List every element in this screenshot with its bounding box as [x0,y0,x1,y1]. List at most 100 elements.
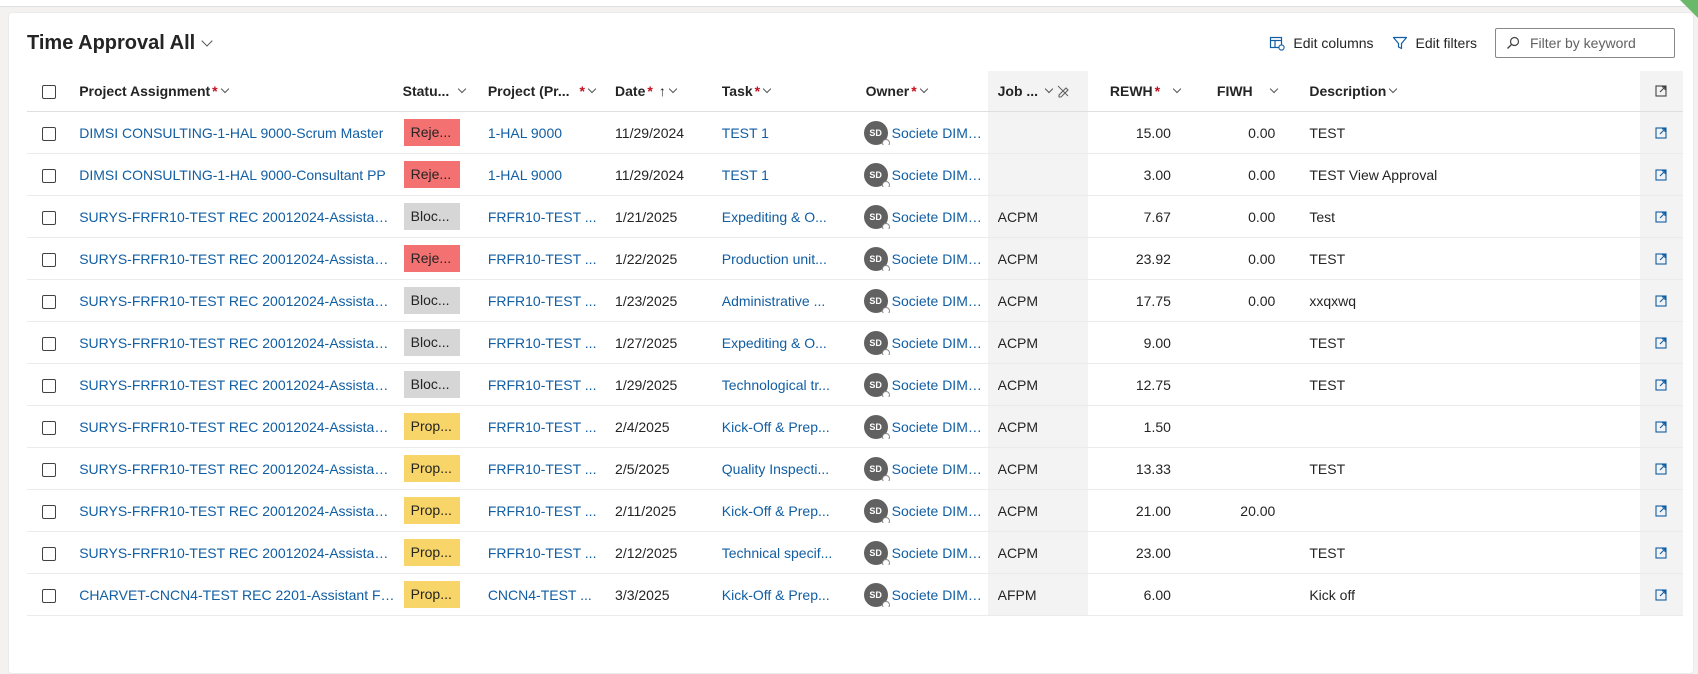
row-checkbox[interactable] [42,252,57,267]
open-record-cell[interactable] [1639,489,1683,532]
project-assignment-link[interactable]: SURYS-FRFR10-TEST REC 20012024-Assistant… [79,545,394,561]
table-row[interactable]: SURYS-FRFR10-TEST REC 20012024-Assistant… [27,237,1683,280]
project-assignment-link[interactable]: SURYS-FRFR10-TEST REC 20012024-Assistant… [79,335,394,351]
project-assignment-link[interactable]: CHARVET-CNCN4-TEST REC 2201-Assistant Fr… [79,587,394,603]
task-link[interactable]: Technical specif... [722,545,833,561]
column-header-description[interactable]: Description [1301,71,1640,112]
select-all-checkbox[interactable] [42,85,57,100]
open-record-cell[interactable] [1639,363,1683,406]
open-record-cell[interactable] [1639,153,1683,196]
project-assignment-link[interactable]: SURYS-FRFR10-TEST REC 20012024-Assistant… [79,377,394,393]
row-checkbox[interactable] [42,462,57,477]
project-assignment-link[interactable]: SURYS-FRFR10-TEST REC 20012024-Assistant… [79,419,394,435]
column-header-job[interactable]: Job ... [987,71,1088,112]
project-link[interactable]: FRFR10-TEST ... [488,503,597,519]
column-header-task[interactable]: Task * [713,71,850,112]
table-row[interactable]: SURYS-FRFR10-TEST REC 20012024-Assistant… [27,405,1683,448]
open-record-cell[interactable] [1639,321,1683,364]
owner-link[interactable]: Societe DIMSI (... [892,461,988,477]
owner-link[interactable]: Societe DIMSI (... [892,167,988,183]
table-row[interactable]: CHARVET-CNCN4-TEST REC 2201-Assistant Fr… [27,573,1683,616]
project-assignment-link[interactable]: DIMSI CONSULTING-1-HAL 9000-Consultant P… [79,167,386,183]
open-column-header[interactable] [1639,71,1683,112]
row-checkbox[interactable] [42,378,57,393]
row-checkbox[interactable] [42,168,57,183]
open-record-cell[interactable] [1639,279,1683,322]
owner-link[interactable]: Societe DIMSI (... [892,125,988,141]
owner-link[interactable]: Societe DIMSI (... [892,377,988,393]
table-row[interactable]: SURYS-FRFR10-TEST REC 20012024-Assistant… [27,531,1683,574]
project-link[interactable]: FRFR10-TEST ... [488,293,597,309]
column-header-owner[interactable]: Owner * [849,71,988,112]
owner-link[interactable]: Societe DIMSI (... [892,545,988,561]
table-row[interactable]: SURYS-FRFR10-TEST REC 20012024-Assistant… [27,447,1683,490]
table-row[interactable]: SURYS-FRFR10-TEST REC 20012024-Assistant… [27,489,1683,532]
column-header-project[interactable]: Project (Pr... * [479,71,608,112]
column-header-date[interactable]: Date * ↑ [607,71,714,112]
task-link[interactable]: TEST 1 [722,167,769,183]
keyword-filter[interactable] [1495,28,1675,58]
project-assignment-link[interactable]: SURYS-FRFR10-TEST REC 20012024-Assistant… [79,209,394,225]
row-checkbox[interactable] [42,210,57,225]
table-row[interactable]: SURYS-FRFR10-TEST REC 20012024-Assistant… [27,195,1683,238]
task-link[interactable]: Technological tr... [722,377,830,393]
project-link[interactable]: FRFR10-TEST ... [488,377,597,393]
project-link[interactable]: 1-HAL 9000 [488,167,562,183]
project-assignment-link[interactable]: SURYS-FRFR10-TEST REC 20012024-Assistant… [79,461,394,477]
project-link[interactable]: FRFR10-TEST ... [488,335,597,351]
column-header-rewh[interactable]: REWH * [1087,71,1185,112]
project-link[interactable]: FRFR10-TEST ... [488,545,597,561]
task-link[interactable]: Kick-Off & Prep... [722,503,830,519]
row-checkbox[interactable] [42,546,57,561]
task-link[interactable]: Administrative ... [722,293,825,309]
open-record-cell[interactable] [1639,531,1683,574]
project-assignment-link[interactable]: SURYS-FRFR10-TEST REC 20012024-Assistant… [79,503,394,519]
task-link[interactable]: Kick-Off & Prep... [722,419,830,435]
project-assignment-link[interactable]: SURYS-FRFR10-TEST REC 20012024-Assistant… [79,293,394,309]
owner-link[interactable]: Societe DIMSI (... [892,587,988,603]
owner-link[interactable]: Societe DIMSI (... [892,209,988,225]
table-row[interactable]: DIMSI CONSULTING-1-HAL 9000-Consultant P… [27,153,1683,196]
owner-link[interactable]: Societe DIMSI (... [892,419,988,435]
row-checkbox[interactable] [42,336,57,351]
table-row[interactable]: SURYS-FRFR10-TEST REC 20012024-Assistant… [27,363,1683,406]
row-checkbox[interactable] [42,126,57,141]
row-checkbox[interactable] [42,588,57,603]
table-row[interactable]: SURYS-FRFR10-TEST REC 20012024-Assistant… [27,279,1683,322]
view-selector[interactable]: Time Approval All [27,32,213,55]
edit-columns-button[interactable]: Edit columns [1269,35,1374,51]
owner-link[interactable]: Societe DIMSI (... [892,503,988,519]
owner-link[interactable]: Societe DIMSI (... [892,293,988,309]
column-header-project-assignment[interactable]: Project Assignment * [71,71,395,112]
column-header-fiwh[interactable]: FIWH [1184,71,1302,112]
open-record-cell[interactable] [1639,195,1683,238]
project-link[interactable]: 1-HAL 9000 [488,125,562,141]
edit-filters-button[interactable]: Edit filters [1392,35,1477,51]
open-record-cell[interactable] [1639,237,1683,280]
owner-link[interactable]: Societe DIMSI (... [892,335,988,351]
table-row[interactable]: DIMSI CONSULTING-1-HAL 9000-Scrum Master… [27,111,1683,154]
row-checkbox[interactable] [42,294,57,309]
owner-link[interactable]: Societe DIMSI (... [892,251,988,267]
project-link[interactable]: FRFR10-TEST ... [488,251,597,267]
table-row[interactable]: SURYS-FRFR10-TEST REC 20012024-Assistant… [27,321,1683,364]
task-link[interactable]: Quality Inspecti... [722,461,829,477]
task-link[interactable]: Expediting & O... [722,209,827,225]
task-link[interactable]: Production unit... [722,251,827,267]
project-assignment-link[interactable]: SURYS-FRFR10-TEST REC 20012024-Assistant… [79,251,394,267]
project-assignment-link[interactable]: DIMSI CONSULTING-1-HAL 9000-Scrum Master [79,125,383,141]
task-link[interactable]: Kick-Off & Prep... [722,587,830,603]
task-link[interactable]: Expediting & O... [722,335,827,351]
row-checkbox[interactable] [42,504,57,519]
open-record-cell[interactable] [1639,573,1683,616]
task-link[interactable]: TEST 1 [722,125,769,141]
row-checkbox[interactable] [42,420,57,435]
project-link[interactable]: CNCN4-TEST ... [488,587,592,603]
open-record-cell[interactable] [1639,111,1683,154]
open-record-cell[interactable] [1639,447,1683,490]
open-record-cell[interactable] [1639,405,1683,448]
project-link[interactable]: FRFR10-TEST ... [488,209,597,225]
project-link[interactable]: FRFR10-TEST ... [488,419,597,435]
project-link[interactable]: FRFR10-TEST ... [488,461,597,477]
column-header-status[interactable]: Statu... [394,71,480,112]
